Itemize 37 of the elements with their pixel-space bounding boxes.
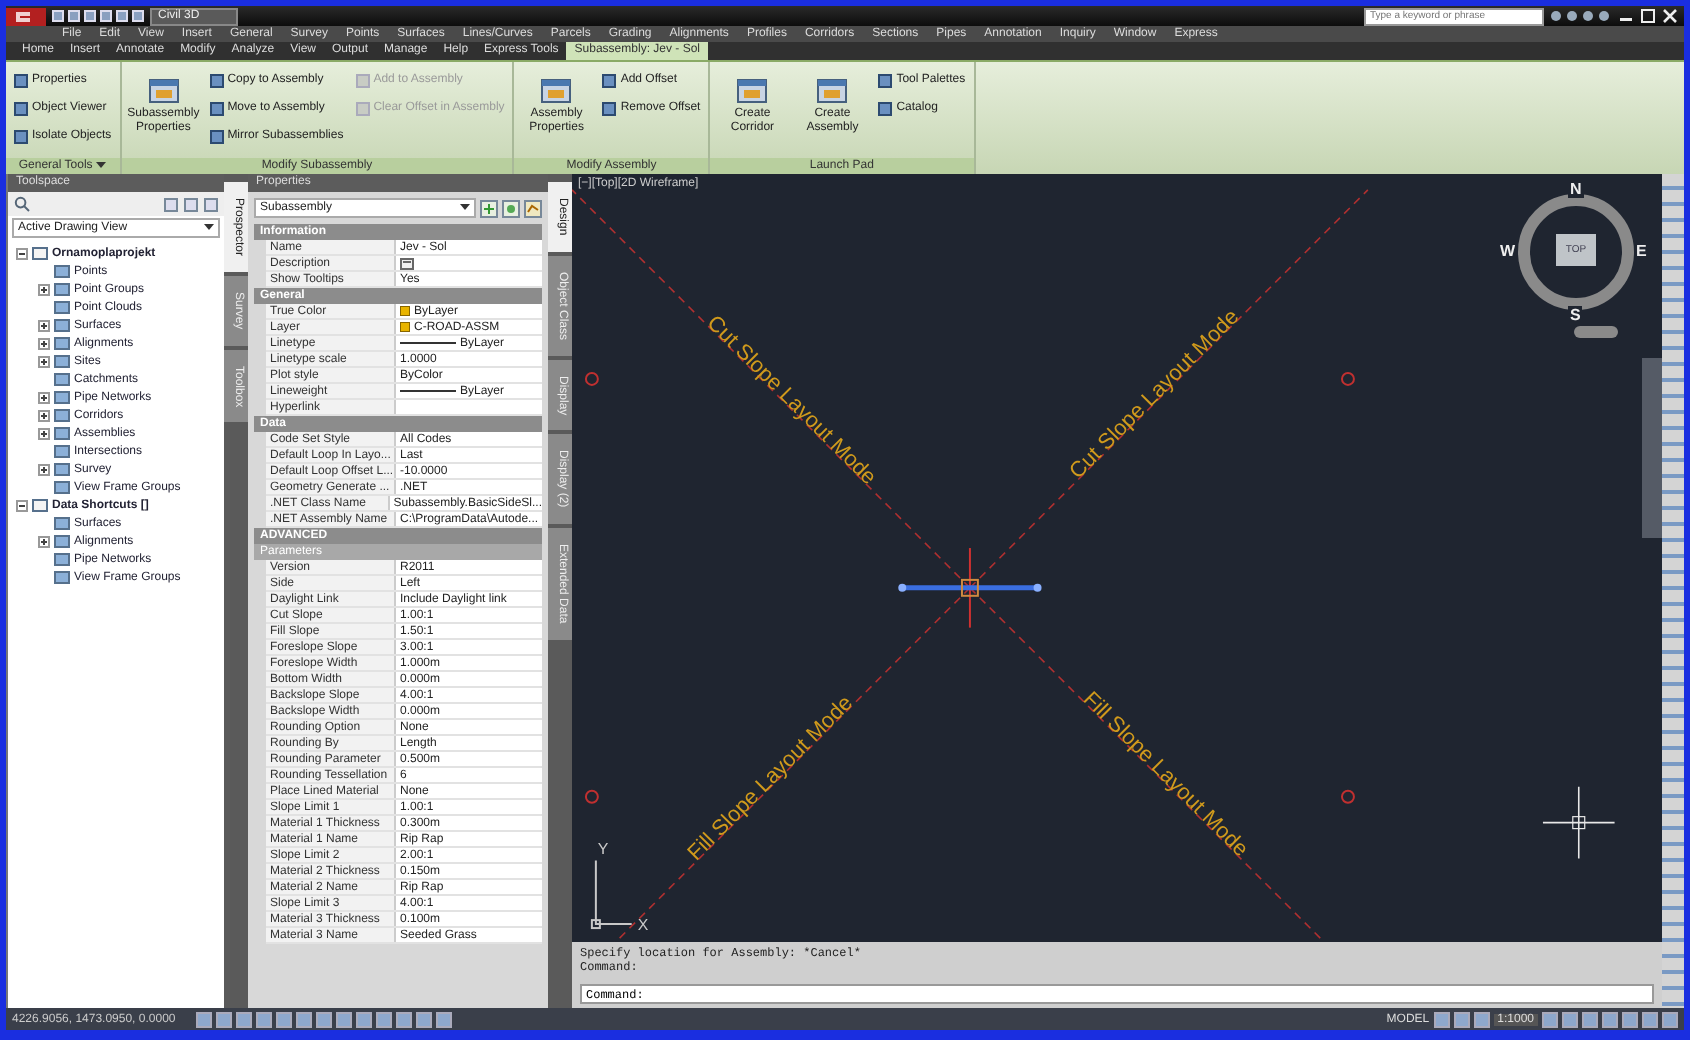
expand-icon[interactable] [38, 535, 50, 547]
collapse-icon[interactable] [16, 247, 28, 259]
compass-direction[interactable]: N [1568, 180, 1584, 198]
expand-icon[interactable] [38, 283, 50, 295]
quick-select-icon[interactable] [524, 199, 542, 217]
compass-direction[interactable]: S [1568, 306, 1583, 324]
select-objects-icon[interactable] [502, 199, 520, 217]
expand-icon[interactable] [38, 337, 50, 349]
tool-window-icon [736, 76, 769, 104]
line-sample-icon [400, 340, 456, 346]
crosshair-cursor-icon [1542, 786, 1616, 860]
app-logo-icon[interactable] [6, 7, 46, 25]
expand-icon[interactable] [38, 463, 50, 475]
caret-icon [204, 224, 214, 232]
compass-direction[interactable]: E [1634, 242, 1649, 260]
expand-icon[interactable] [38, 427, 50, 439]
expand-icon[interactable] [38, 391, 50, 403]
caret-icon [460, 204, 470, 212]
close-icon[interactable] [1660, 8, 1680, 24]
tool-window-icon [540, 76, 573, 104]
line-sample-icon [400, 388, 456, 394]
maximize-icon[interactable] [1638, 8, 1658, 24]
ucs-axis-label: X [637, 916, 649, 935]
assembly-drawing[interactable] [898, 547, 1042, 629]
expand-icon[interactable] [38, 409, 50, 421]
tool-window-icon [147, 76, 180, 104]
ucs-axis-label: Y [597, 840, 609, 859]
toggle-icon[interactable] [480, 199, 498, 217]
coordinate-system-button[interactable] [1574, 326, 1618, 338]
ellipsis-button-icon[interactable] [400, 257, 414, 269]
expand-icon[interactable] [38, 319, 50, 331]
ucs-icon [590, 859, 633, 930]
expand-icon[interactable] [38, 355, 50, 367]
collapse-icon[interactable] [16, 499, 28, 511]
compass-direction[interactable]: W [1498, 242, 1518, 260]
search-icon[interactable] [14, 196, 30, 212]
tool-window-icon [816, 76, 849, 104]
